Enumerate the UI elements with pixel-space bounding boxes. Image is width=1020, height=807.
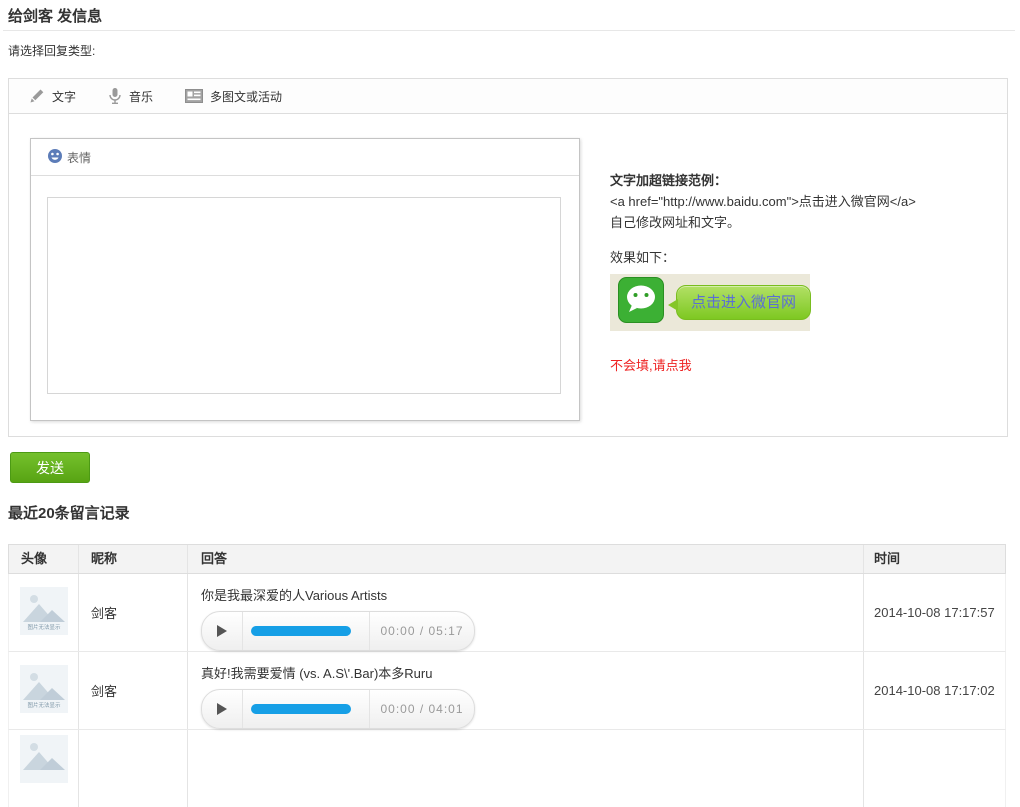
text-editor: 表情 [30,138,580,421]
column-header-answer: 回答 [188,545,864,573]
audio-progress-bar [251,704,351,714]
timestamp-cell: 2014-10-08 17:17:02 [864,652,1005,729]
tab-rich-media-label: 多图文或活动 [210,88,282,105]
nickname-cell: 剑客 [79,574,188,651]
hyperlink-demo-image: 点击进入微官网 [610,274,810,331]
records-heading: 最近20条留言记录 [8,502,130,523]
tab-text[interactable]: 文字 [29,88,76,105]
table-row: 图片无法显示 剑客 真好!我需要爱情 (vs. A.S\'.Bar)本多Ruru… [8,652,1006,730]
send-button[interactable]: 发送 [10,452,90,483]
reply-type-tabbar: 文字 音乐 多图文或活动 [9,79,1007,114]
wechat-icon [618,277,664,329]
timestamp-cell [864,730,1005,807]
help-note: 自己修改网址和文字。 [610,212,1000,233]
audio-progress-track[interactable] [243,612,370,650]
message-textarea[interactable] [47,197,561,394]
table-row [8,730,1006,807]
records-table: 头像 昵称 回答 时间 图片无法显示 剑客 你是我最深爱的人Various Ar… [8,544,1006,807]
emoji-button-label[interactable]: 表情 [67,149,91,166]
avatar-placeholder-image: 图片无法显示 [20,587,68,638]
reply-type-label: 请选择回复类型: [8,42,95,59]
avatar-cell: 图片无法显示 [9,652,79,729]
demo-link-bubble: 点击进入微官网 [676,285,811,320]
help-title: 文字加超链接范例： [610,170,1000,191]
audio-progress-bar [251,626,351,636]
answer-cell: 你是我最深爱的人Various Artists 00:00 / 05:17 [188,574,864,651]
audio-player: 00:00 / 05:17 [201,611,475,651]
article-icon [185,89,203,103]
play-icon [217,703,227,715]
song-title: 你是我最深爱的人Various Artists [201,585,863,604]
audio-time: 00:00 / 05:17 [370,624,474,638]
play-icon [217,625,227,637]
compose-body: 表情 文字加超链接范例： <a href="http://www.baidu.c… [9,114,1007,436]
nickname-cell: 剑客 [79,652,188,729]
avatar-cell: 图片无法显示 [9,574,79,651]
help-code-sample: <a href="http://www.baidu.com">点击进入微官网</… [610,191,1000,212]
play-button[interactable] [202,612,243,650]
audio-player: 00:00 / 04:01 [201,689,475,729]
svg-text:图片无法显示: 图片无法显示 [27,623,61,631]
column-header-avatar: 头像 [9,545,79,573]
emoji-icon[interactable] [47,148,63,167]
table-row: 图片无法显示 剑客 你是我最深爱的人Various Artists 00:00 … [8,574,1006,652]
timestamp-cell: 2014-10-08 17:17:57 [864,574,1005,651]
hyperlink-help-panel: 文字加超链接范例： <a href="http://www.baidu.com"… [610,170,1000,376]
column-header-time: 时间 [864,545,1005,573]
tab-rich-media[interactable]: 多图文或活动 [185,88,282,105]
audio-progress-track[interactable] [243,690,370,728]
compose-panel: 文字 音乐 多图文或活动 表情 [8,78,1008,437]
page-title: 给剑客 发信息 [8,5,102,26]
editor-area [31,176,579,394]
answer-cell [188,730,864,807]
tab-music[interactable]: 音乐 [108,87,153,105]
avatar-placeholder-image: 图片无法显示 [20,665,68,716]
audio-time: 00:00 / 04:01 [370,702,474,716]
microphone-icon [108,87,122,105]
table-header-row: 头像 昵称 回答 时间 [8,544,1006,574]
svg-text:图片无法显示: 图片无法显示 [27,701,61,709]
song-title: 真好!我需要爱情 (vs. A.S\'.Bar)本多Ruru [201,663,863,682]
answer-cell: 真好!我需要爱情 (vs. A.S\'.Bar)本多Ruru 00:00 / 0… [188,652,864,729]
nickname-cell [79,730,188,807]
editor-toolbar: 表情 [31,139,579,176]
tab-text-label: 文字 [52,88,76,105]
help-link[interactable]: 不会填,请点我 [610,355,692,376]
avatar-cell [9,730,79,807]
column-header-nickname: 昵称 [79,545,188,573]
play-button[interactable] [202,690,243,728]
tab-music-label: 音乐 [129,88,153,105]
help-effect-label: 效果如下： [610,247,1000,268]
divider [3,30,1015,31]
pencil-icon [29,88,45,104]
